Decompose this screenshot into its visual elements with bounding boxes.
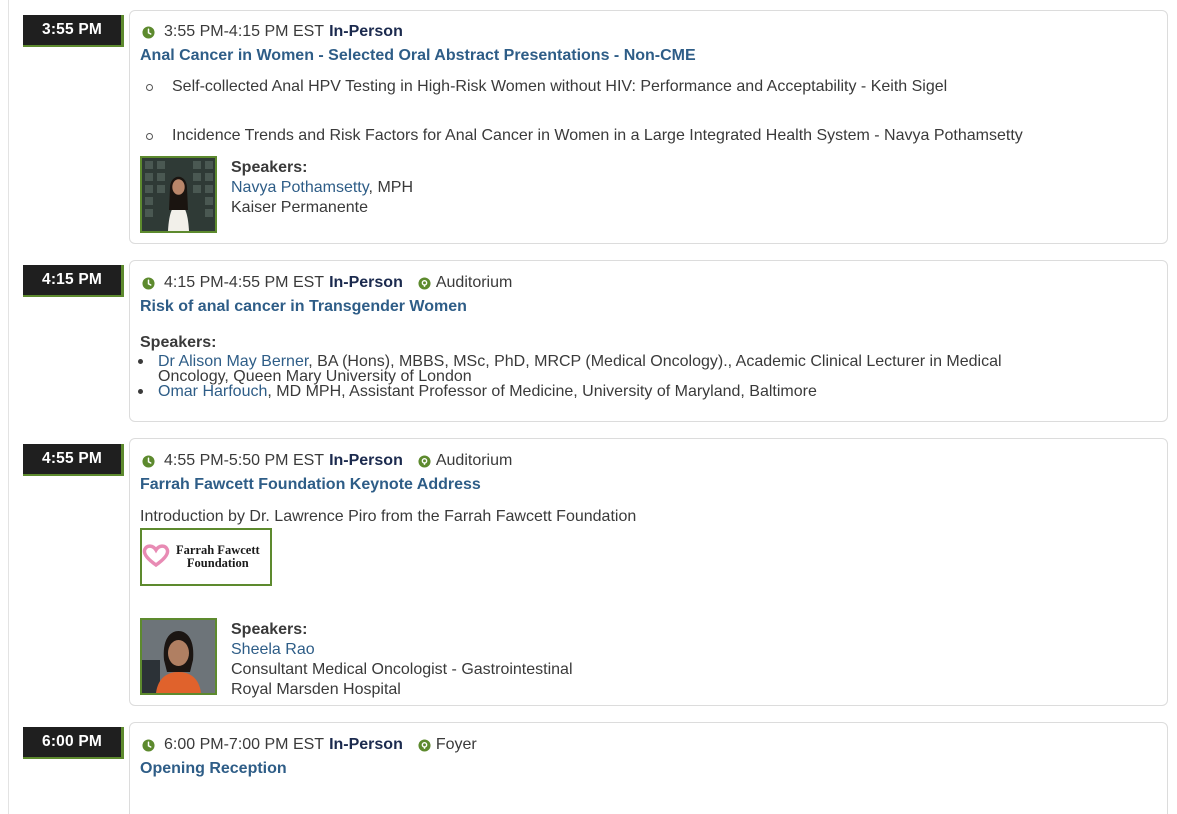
time-badge: 3:55 PM [23, 15, 124, 47]
abstract-title: Incidence Trends and Risk Factors for An… [172, 127, 1023, 144]
time-badge: 4:55 PM [23, 444, 124, 476]
speaker-name-link[interactable]: Omar Harfouch [158, 383, 267, 400]
location-pin-icon [417, 737, 433, 753]
speaker-info: Speakers: Sheela Rao Consultant Medical … [231, 620, 573, 700]
clock-icon [140, 453, 156, 469]
session-meta: 6:00 PM-7:00 PM EST In-Person Foyer [140, 736, 477, 754]
session-location: Foyer [417, 736, 477, 754]
session-meta: 3:55 PM-4:15 PM EST In-Person [140, 23, 403, 41]
speakers-label: Speakers: [231, 621, 308, 638]
bullet-icon [146, 83, 153, 91]
sponsor-logo-text: Farrah Fawcett Foundation [176, 544, 260, 570]
session-location: Auditorium [417, 452, 512, 470]
session-card: 6:00 PM-7:00 PM EST In-Person Foyer Open… [129, 722, 1168, 814]
session-time: 6:00 PM-7:00 PM EST [164, 736, 325, 753]
abstract-item: Self-collected Anal HPV Testing in High-… [146, 78, 947, 96]
session-mode: In-Person [329, 23, 403, 40]
speaker-list-item: Omar Harfouch, MD MPH, Assistant Profess… [134, 383, 1002, 400]
speaker-details: , MD MPH, Assistant Professor of Medicin… [267, 383, 817, 400]
session-mode: In-Person [329, 452, 403, 469]
session-card: 3:55 PM-4:15 PM EST In-Person Anal Cance… [129, 10, 1168, 244]
session-time: 4:15 PM-4:55 PM EST [164, 274, 325, 291]
session-time: 3:55 PM-4:15 PM EST [164, 23, 325, 40]
speaker-name-link[interactable]: Navya Pothamsetty [231, 179, 369, 196]
speaker-name-link[interactable]: Sheela Rao [231, 640, 573, 660]
speakers-label: Speakers: [140, 334, 217, 351]
session-title-link[interactable]: Anal Cancer in Women - Selected Oral Abs… [140, 47, 696, 65]
abstract-title: Self-collected Anal HPV Testing in High-… [172, 78, 948, 95]
session-card: 4:55 PM-5:50 PM EST In-Person Auditorium… [129, 438, 1168, 706]
speaker-details-cont: Oncology, Queen Mary University of Londo… [158, 368, 472, 385]
bullet-icon [138, 389, 143, 394]
speaker-role: Consultant Medical Oncologist - Gastroin… [231, 661, 573, 678]
time-badge: 6:00 PM [23, 727, 124, 759]
location-name: Foyer [435, 736, 477, 753]
heart-logo-icon [142, 543, 170, 572]
session-title-link[interactable]: Farrah Fawcett Foundation Keynote Addres… [140, 476, 481, 494]
speakers-label: Speakers: [231, 159, 308, 176]
session-location: Auditorium [417, 274, 512, 292]
speaker-list: Dr Alison May Berner, BA (Hons), MBBS, M… [134, 354, 1002, 400]
session-title-link[interactable]: Risk of anal cancer in Transgender Women [140, 298, 467, 316]
speaker-org: Kaiser Permanente [231, 199, 368, 216]
abstract-item: Incidence Trends and Risk Factors for An… [146, 127, 1023, 145]
session-card: 4:15 PM-4:55 PM EST In-Person Auditorium… [129, 260, 1168, 422]
session-mode: In-Person [329, 736, 403, 753]
clock-icon [140, 275, 156, 291]
location-pin-icon [417, 275, 433, 291]
location-name: Auditorium [435, 274, 513, 291]
bullet-icon [146, 132, 153, 140]
session-mode: In-Person [329, 274, 403, 291]
session-meta: 4:15 PM-4:55 PM EST In-Person Auditorium [140, 274, 512, 292]
location-name: Auditorium [435, 452, 513, 469]
speaker-photo[interactable] [140, 156, 217, 233]
session-time: 4:55 PM-5:50 PM EST [164, 452, 325, 469]
session-description: Introduction by Dr. Lawrence Piro from t… [140, 508, 637, 525]
speaker-info: Speakers: Navya Pothamsetty, MPH Kaiser … [231, 158, 413, 218]
speaker-list-item: Dr Alison May Berner, BA (Hons), MBBS, M… [134, 354, 1002, 385]
speaker-photo[interactable] [140, 618, 217, 695]
clock-icon [140, 24, 156, 40]
timeline-rule [8, 0, 9, 814]
logo-line-2: Foundation [186, 556, 249, 570]
speaker-credentials: , MPH [368, 179, 413, 196]
speaker-org: Royal Marsden Hospital [231, 681, 401, 698]
location-pin-icon [417, 453, 433, 469]
clock-icon [140, 737, 156, 753]
session-title-link[interactable]: Opening Reception [140, 760, 287, 778]
time-badge: 4:15 PM [23, 265, 124, 297]
session-meta: 4:55 PM-5:50 PM EST In-Person Auditorium [140, 452, 512, 470]
bullet-icon [138, 359, 143, 364]
sponsor-logo[interactable]: Farrah Fawcett Foundation [140, 528, 272, 586]
